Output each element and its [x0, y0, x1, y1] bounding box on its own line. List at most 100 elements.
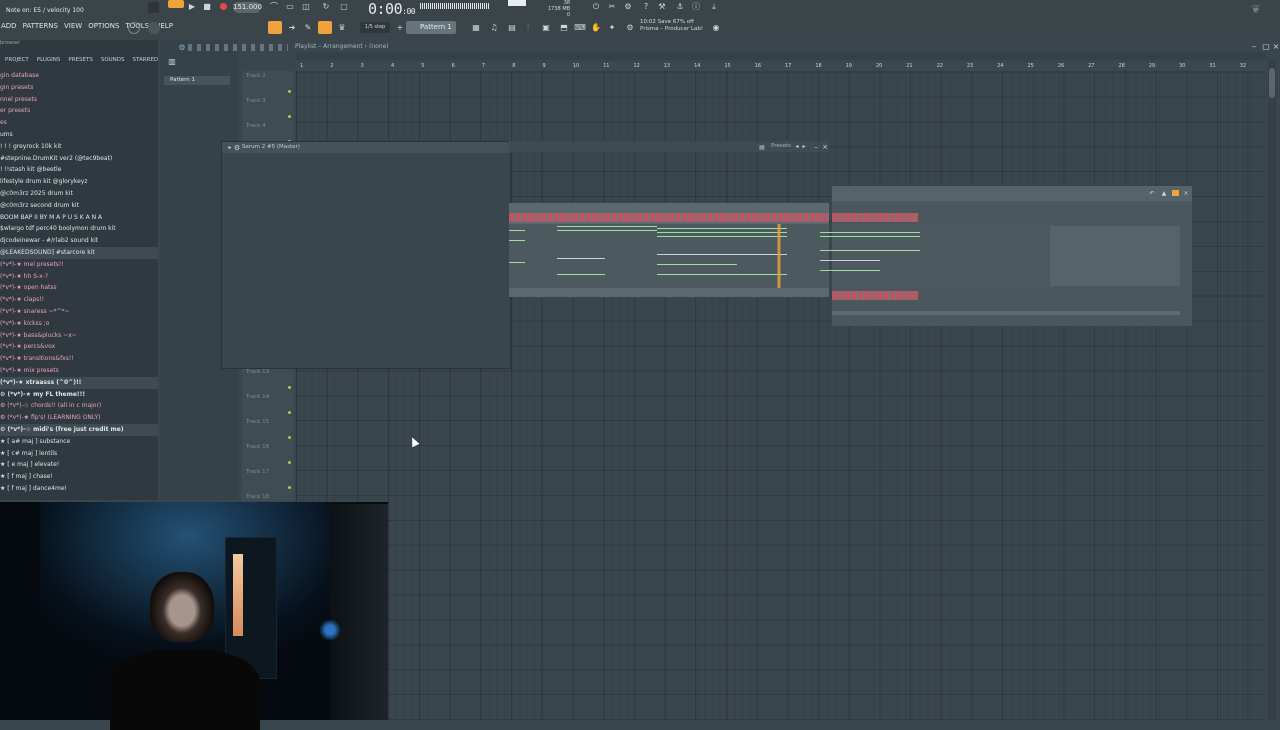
timeline-ruler[interactable]: 1 2 3 4 5 6 7 8 9 10 11 12 13 14 15 16 17 18 19 20 21 22 23 24 2…: [296, 62, 1266, 71]
browser-item[interactable]: (*v*)-★ percs&vox: [0, 341, 158, 353]
close-icon[interactable]: ×: [1270, 41, 1280, 53]
browser-item[interactable]: gin database: [0, 70, 158, 82]
news-panel[interactable]: 10:02 Save 67% off Prisma – Producer Lab…: [640, 19, 703, 33]
tempo-display[interactable]: 151.000: [233, 2, 262, 13]
menu-view[interactable]: VIEW: [63, 22, 83, 36]
pattern-clip-item[interactable]: Pattern 1: [164, 76, 230, 85]
piano-roll-preview-right[interactable]: ↶ ▲ ×: [820, 186, 1192, 326]
browser-item[interactable]: (*v*)-★ bass&plucks ~x~: [0, 330, 158, 342]
browser-item[interactable]: ⚙ (*v*)-☆ midi's (free just credit me): [0, 424, 158, 436]
mixer-icon[interactable]: ⚙: [622, 1, 634, 13]
stamp-icon[interactable]: ♛: [336, 22, 348, 34]
metronome-icon[interactable]: ⌒: [268, 1, 280, 13]
power-icon[interactable]: ⏻: [590, 1, 602, 13]
browser-item[interactable]: $wlargo tdf perc40 boolymon drum kit: [0, 223, 158, 235]
fx-icon[interactable]: ✦: [606, 22, 618, 34]
preview-levels-icon[interactable]: ▲: [1158, 188, 1170, 200]
browser-item[interactable]: @LEAKEDSOUND] #starcore kit: [0, 247, 158, 259]
playlist-tools-row[interactable]: [188, 44, 288, 51]
track-label[interactable]: Track 14: [246, 394, 269, 400]
browser-item[interactable]: #stepnine.DrumKit ver2 (@tec9beat): [0, 153, 158, 165]
pat-mode-button[interactable]: [168, 0, 184, 8]
browser-item[interactable]: @c0m3rz 2025 drum kit: [0, 188, 158, 200]
piano-icon[interactable]: ▥: [166, 56, 178, 68]
tab-presets[interactable]: PRESETS: [68, 54, 92, 66]
browser-item[interactable]: (*v*)-★ open hatss: [0, 282, 158, 294]
browser-item[interactable]: gin presets: [0, 82, 158, 94]
track-label[interactable]: Track 15: [246, 419, 269, 425]
browser-item[interactable]: ★ [ f maj ] dance4me!: [0, 483, 158, 495]
serum-title[interactable]: Serum 2 #5 (Master): [222, 142, 510, 153]
master-volume-meter[interactable]: [420, 3, 490, 9]
menu-add[interactable]: ADD: [0, 22, 18, 36]
track-label[interactable]: Track 4: [246, 123, 266, 129]
add-pattern-icon[interactable]: +: [394, 22, 406, 34]
track-mute-led[interactable]: [288, 114, 291, 118]
play-icon[interactable]: ▶: [186, 1, 198, 13]
main-pitch-knob[interactable]: [128, 22, 140, 34]
browser-item[interactable]: (*v*)-★ hh S-x-?: [0, 271, 158, 283]
download-icon[interactable]: ⤓: [708, 1, 720, 13]
browser-item[interactable]: ⚙ (*v*)-★ my FL theme!!!: [0, 389, 158, 401]
browser-item[interactable]: (*v*)-★ snaress ~*^*~: [0, 306, 158, 318]
track-mute-led[interactable]: [288, 386, 291, 389]
main-volume-knob[interactable]: [148, 22, 160, 34]
browser-button-icon[interactable]: ▣: [540, 22, 552, 34]
browser-item[interactable]: BOOM BAP II BY M A P U S K A N A: [0, 212, 158, 224]
preview-scrollbar[interactable]: [832, 311, 1180, 315]
track-label[interactable]: Track 3: [246, 98, 266, 104]
track-mute-led[interactable]: [288, 90, 291, 93]
browser-item[interactable]: es: [0, 117, 158, 129]
tab-starred[interactable]: STARRED: [133, 54, 158, 66]
browser-item[interactable]: ! ! ! greyrock 10k kit: [0, 141, 158, 153]
browser-item[interactable]: ★ [ c# maj ] lentils: [0, 448, 158, 460]
help-icon[interactable]: ?: [640, 1, 652, 13]
channel-rack-button-icon[interactable]: ▤: [506, 22, 518, 34]
preview-undo-icon[interactable]: ↶: [1146, 188, 1158, 200]
presets-label[interactable]: Presets: [771, 143, 791, 149]
browser-item[interactable]: @c0m3rz second drum kit: [0, 200, 158, 212]
preview-close-icon[interactable]: ×: [1180, 188, 1192, 200]
browser-item[interactable]: (*v*)-★ claps!!: [0, 294, 158, 306]
browser-item[interactable]: djcodeinewar - #/rlab2 sound kit: [0, 235, 158, 247]
browser-item[interactable]: er presets: [0, 105, 158, 117]
tab-project[interactable]: PROJECT: [5, 54, 29, 66]
browser-item[interactable]: ★ [ e maj ] elevate!: [0, 459, 158, 471]
browser-item[interactable]: (*v*)-★ kickss ;o: [0, 318, 158, 330]
snap-step-select[interactable]: 1/5 step: [360, 22, 390, 33]
draw-icon[interactable]: ✎: [302, 22, 314, 34]
tab-plugins[interactable]: PLUGINS: [37, 54, 61, 66]
playlist-tool-icon[interactable]: ⚙: [176, 42, 188, 54]
browser-item[interactable]: nnel presets: [0, 94, 158, 106]
track-label[interactable]: Track 17: [246, 469, 269, 475]
track-mute-led[interactable]: [288, 410, 291, 414]
browser-item[interactable]: ★ [ a# maj ] substance: [0, 436, 158, 448]
serum-body[interactable]: [222, 153, 510, 368]
piano-roll-preview-left[interactable]: [509, 203, 829, 297]
snap-button[interactable]: [268, 21, 282, 34]
channel-rack-icon[interactable]: ⚓: [674, 1, 686, 13]
record-button[interactable]: [220, 3, 227, 10]
tempo-tap-icon[interactable]: ✋: [590, 22, 602, 34]
horizontal-scrollbar[interactable]: [296, 52, 1266, 60]
browser-item[interactable]: (*v*)-★ xtraasss (^0^)!!: [0, 376, 158, 389]
plugin-icon[interactable]: ⚒: [656, 1, 668, 13]
browser-item[interactable]: (*v*)-★ mel presets!!: [0, 259, 158, 271]
track-label[interactable]: Track 13: [246, 369, 269, 375]
preview-highlight-button[interactable]: [1172, 190, 1179, 196]
wrench-icon[interactable]: ⚙: [624, 22, 636, 34]
track-label[interactable]: Track 2: [246, 73, 266, 79]
wait-icon[interactable]: ▭: [284, 1, 296, 13]
touch-keyboard-icon[interactable]: ⌨: [574, 22, 586, 34]
track-mute-led[interactable]: [288, 435, 291, 439]
track-label[interactable]: Track 18: [246, 494, 269, 500]
track-mute-led[interactable]: [288, 485, 291, 489]
browser-item[interactable]: lifestyle drum kit @glorykeyz: [0, 176, 158, 188]
stop-icon[interactable]: ■: [201, 1, 213, 13]
tab-sounds[interactable]: SOUNDS: [101, 54, 125, 66]
browser-item[interactable]: ⚙ (*v*)-☆ chords!! (all in c major): [0, 400, 158, 412]
track-mute-led[interactable]: [288, 460, 291, 464]
preset-browser-icon[interactable]: ▤: [756, 142, 768, 154]
menu-options[interactable]: OPTIONS: [87, 22, 120, 36]
pattern-song-toggle[interactable]: [148, 2, 159, 13]
